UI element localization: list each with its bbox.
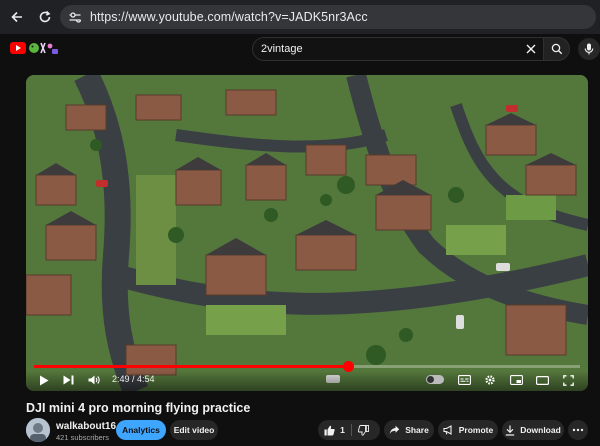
time-display: 2:49 / 4:54 (112, 374, 155, 384)
search-button[interactable] (544, 37, 570, 61)
site-info-icon[interactable] (68, 10, 82, 24)
back-button[interactable] (6, 6, 28, 28)
youtube-header: 2vintage (0, 34, 600, 64)
theater-mode-button[interactable] (534, 371, 550, 389)
search-icon (551, 43, 562, 55)
video-player[interactable]: 2:49 / 4:54 (26, 75, 588, 391)
play-icon (40, 375, 49, 385)
like-dislike-group: 1 (318, 420, 380, 440)
miniplayer-button[interactable] (508, 371, 524, 389)
dislike-button[interactable] (357, 424, 369, 436)
address-bar[interactable]: https://www.youtube.com/watch?v=JADK5nr3… (60, 5, 596, 29)
subscriber-count: 421 subscribers (56, 433, 109, 442)
reload-button[interactable] (34, 6, 56, 28)
search-query: 2vintage (261, 43, 303, 55)
download-button[interactable]: Download (502, 420, 564, 440)
like-button[interactable] (324, 425, 335, 436)
play-button[interactable] (36, 371, 52, 389)
theater-icon (535, 375, 549, 385)
fullscreen-button[interactable] (560, 371, 576, 389)
player-controls: 2:49 / 4:54 (26, 371, 588, 391)
promote-button[interactable]: Promote (438, 420, 498, 440)
voice-search-button[interactable] (578, 38, 600, 60)
share-label: Share (405, 425, 429, 435)
share-button[interactable]: Share (384, 420, 434, 440)
more-horizontal-icon (572, 428, 584, 432)
next-icon (63, 375, 73, 385)
more-actions-button[interactable] (568, 420, 588, 440)
download-label: Download (520, 425, 561, 435)
settings-button[interactable] (482, 371, 498, 389)
download-icon (505, 425, 515, 436)
microphone-icon (584, 43, 594, 55)
promote-icon (443, 425, 454, 435)
progress-played (34, 365, 348, 368)
subtitles-icon (457, 375, 471, 385)
url-text[interactable]: https://www.youtube.com/watch?v=JADK5nr3… (90, 10, 368, 24)
browser-toolbar: https://www.youtube.com/watch?v=JADK5nr3… (0, 0, 600, 34)
next-button[interactable] (60, 371, 76, 389)
autoplay-toggle[interactable] (426, 375, 444, 384)
reload-icon (39, 10, 51, 23)
video-frame[interactable] (26, 75, 588, 391)
share-icon (389, 425, 400, 435)
like-divider (350, 424, 352, 436)
arrow-left-icon (11, 11, 22, 23)
thumbs-up-icon (324, 425, 335, 435)
search-input[interactable]: 2vintage (252, 37, 544, 61)
channel-avatar[interactable] (26, 418, 50, 442)
promote-label: Promote (458, 425, 494, 435)
video-title: DJI mini 4 pro morning flying practice (26, 401, 251, 415)
progress-bar[interactable] (34, 361, 580, 372)
edit-video-button[interactable]: Edit video (170, 420, 218, 440)
volume-icon (88, 375, 100, 385)
youtube-logo-icon[interactable] (10, 42, 26, 54)
subtitles-button[interactable] (456, 371, 472, 389)
like-count: 1 (340, 425, 345, 435)
clear-search-icon[interactable] (525, 43, 537, 55)
volume-button[interactable] (86, 371, 102, 389)
miniplayer-icon (509, 375, 523, 385)
gear-icon (485, 375, 495, 385)
channel-name[interactable]: walkabout16 (56, 421, 116, 432)
fullscreen-icon (562, 374, 574, 386)
thumbs-down-icon (357, 424, 369, 436)
analytics-button[interactable]: Analytics (116, 420, 166, 440)
doodle-icon[interactable] (28, 40, 62, 56)
